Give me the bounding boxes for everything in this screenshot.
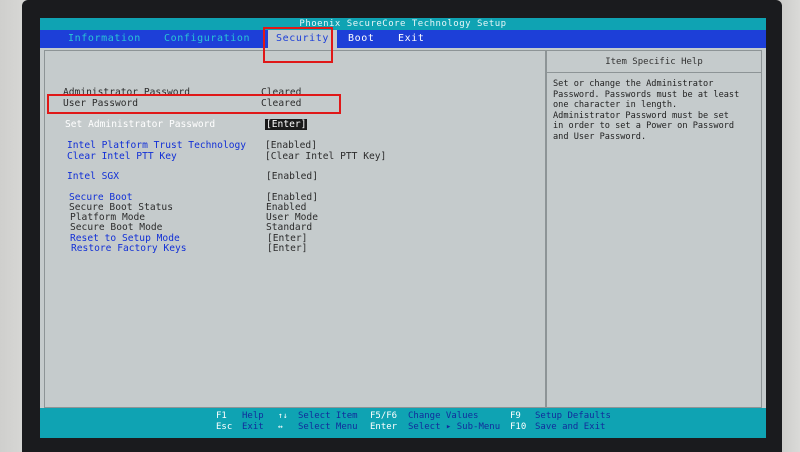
- menu-tab-exit[interactable]: Exit: [398, 30, 424, 48]
- change-values-desc: Change Values: [408, 411, 479, 421]
- help-text: Set or change the Administrator Password…: [553, 79, 755, 142]
- restore-factory-keys-enter[interactable]: [Enter]: [267, 243, 307, 254]
- menu-tab-security[interactable]: Security: [268, 30, 337, 48]
- clear-ptt-key-value[interactable]: [Clear Intel PTT Key]: [265, 151, 386, 162]
- f10-key: F10: [510, 422, 527, 432]
- clear-ptt-key-label[interactable]: Clear Intel PTT Key: [67, 151, 177, 162]
- help-line: Password. Passwords must be at least: [553, 89, 740, 100]
- esc-key: Esc: [216, 422, 233, 432]
- setup-defaults-desc: Setup Defaults: [535, 411, 611, 421]
- key-legend-bar: F1 Help Esc Exit ↑↓ Select Item ↔ Select…: [40, 408, 766, 438]
- select-menu-desc: Select Menu: [298, 422, 358, 432]
- help-line: one character in length.: [553, 100, 678, 110]
- menu-tab-boot[interactable]: Boot: [348, 30, 374, 48]
- menu-tab-information[interactable]: Information: [68, 30, 141, 48]
- sub-menu-desc: Select ▸ Sub-Menu: [408, 422, 501, 432]
- up-down-arrows-icon: ↑↓: [278, 411, 288, 420]
- set-admin-password-label[interactable]: Set Administrator Password: [65, 119, 215, 130]
- left-right-arrows-icon: ↔: [278, 422, 283, 431]
- admin-password-label: Administrator Password: [63, 87, 191, 98]
- esc-desc: Exit: [242, 422, 264, 432]
- intel-ptt-label[interactable]: Intel Platform Trust Technology: [67, 140, 246, 151]
- help-line: Administrator Password must be set: [553, 110, 729, 121]
- f5-f6-key: F5/F6: [370, 411, 398, 421]
- restore-factory-keys-label[interactable]: Restore Factory Keys: [71, 243, 187, 254]
- intel-ptt-value[interactable]: [Enabled]: [265, 140, 317, 151]
- save-exit-desc: Save and Exit: [535, 422, 606, 432]
- menu-bar: Information Configuration Security Boot …: [40, 30, 766, 48]
- admin-password-status: Cleared: [261, 87, 302, 98]
- help-panel: Item Specific Help Set or change the Adm…: [546, 50, 762, 408]
- select-item-desc: Select Item: [298, 411, 358, 421]
- intel-sgx-label[interactable]: Intel SGX: [67, 171, 119, 182]
- help-panel-title: Item Specific Help: [547, 51, 761, 73]
- settings-panel: Administrator Password Cleared User Pass…: [44, 50, 546, 408]
- help-line: and User Password.: [553, 131, 647, 142]
- menu-tab-configuration[interactable]: Configuration: [164, 30, 250, 48]
- user-password-status: Cleared: [261, 98, 302, 109]
- help-line: in order to set a Power on Password: [553, 121, 735, 131]
- secure-boot-mode-value: Standard: [266, 222, 313, 233]
- bios-screen: Phoenix SecureCore Technology Setup Info…: [40, 18, 766, 438]
- bios-title: Phoenix SecureCore Technology Setup: [40, 18, 766, 30]
- f1-desc: Help: [242, 411, 264, 421]
- intel-sgx-value[interactable]: [Enabled]: [266, 171, 318, 182]
- f1-key: F1: [216, 411, 227, 421]
- f9-key: F9: [510, 411, 521, 421]
- user-password-label: User Password: [63, 98, 139, 109]
- set-admin-password-enter[interactable]: [Enter]: [265, 119, 308, 130]
- help-line: Set or change the Administrator: [553, 79, 714, 89]
- enter-key: Enter: [370, 422, 398, 432]
- secure-boot-mode-label: Secure Boot Mode: [70, 222, 163, 233]
